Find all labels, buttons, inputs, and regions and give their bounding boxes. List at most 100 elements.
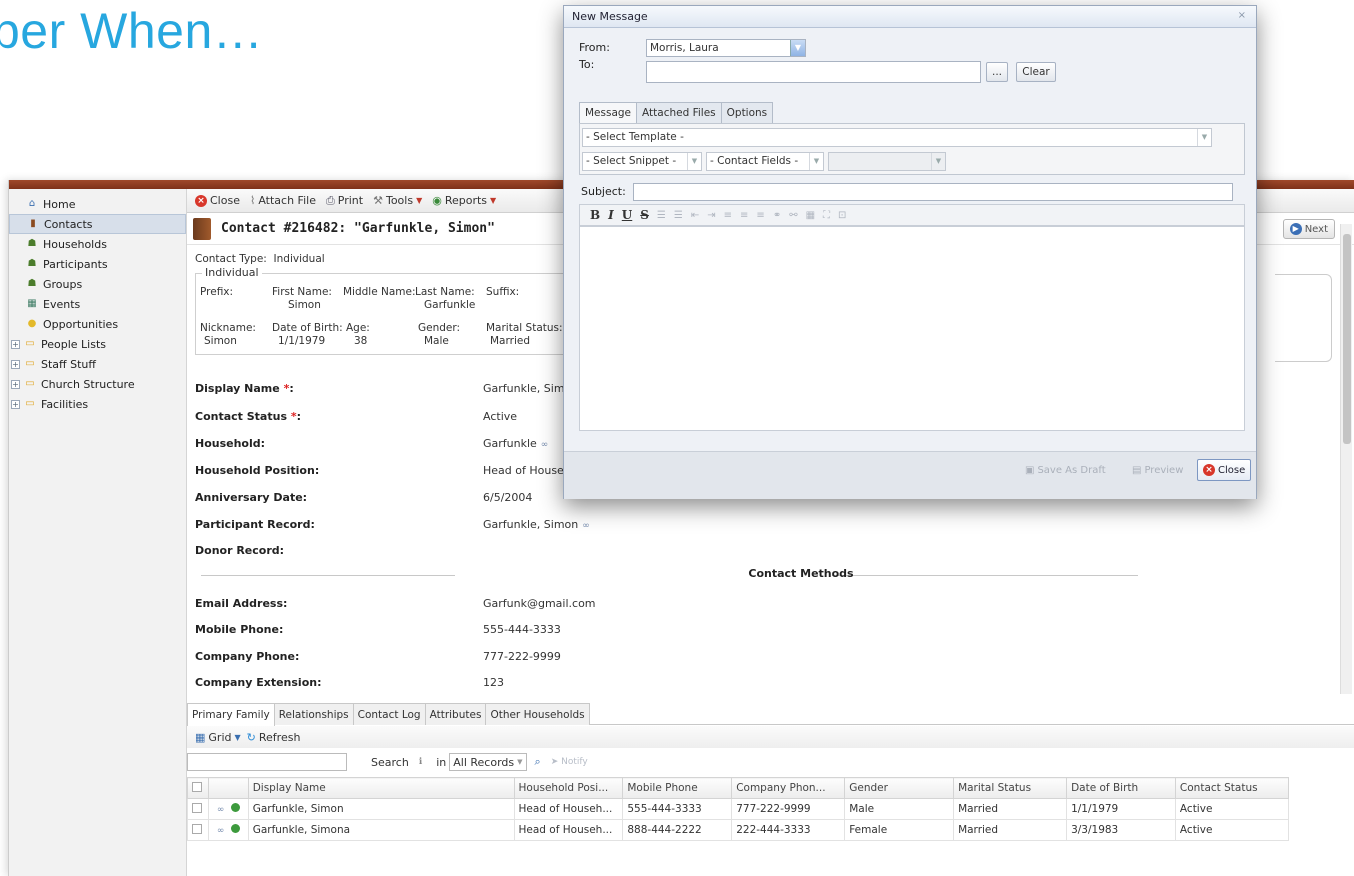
expand-icon[interactable]: +: [11, 359, 20, 369]
age-value: 38: [354, 335, 368, 347]
sidebar-folder-staff-stuff[interactable]: + ▭ Staff Stuff: [9, 354, 186, 374]
tools-menu[interactable]: ⚒ Tools ▼: [373, 194, 422, 207]
tab-options[interactable]: Options: [720, 102, 774, 123]
home-icon: ⌂: [28, 198, 36, 209]
outdent-icon[interactable]: ⇤: [691, 210, 699, 221]
first-name-value: Simon: [288, 299, 321, 311]
tab-message[interactable]: Message: [579, 102, 638, 123]
preview-button[interactable]: ▤ Preview: [1126, 459, 1189, 481]
sidebar-item-home[interactable]: ⌂ Home: [9, 194, 186, 214]
source-code-icon[interactable]: ⊡: [838, 210, 846, 221]
attach-file-button[interactable]: ⌇ Attach File: [250, 194, 316, 207]
field-email-address: Email Address: Garfunk@gmail.com: [195, 597, 596, 610]
from-select[interactable]: Morris, Laura ▼: [646, 39, 806, 57]
tab-contact-log[interactable]: Contact Log: [352, 703, 426, 725]
expand-icon[interactable]: +: [11, 339, 20, 349]
scrollbar-thumb[interactable]: [1343, 234, 1351, 444]
tab-attached-files[interactable]: Attached Files: [636, 102, 722, 123]
dob-value: 1/1/1979: [278, 335, 326, 347]
search-input[interactable]: [187, 753, 347, 771]
search-go-icon[interactable]: ⌕: [535, 755, 541, 769]
numbered-list-icon[interactable]: ☰: [674, 210, 683, 221]
sidebar-item-opportunities[interactable]: ● Opportunities: [9, 314, 186, 334]
template-select[interactable]: - Select Template - ▼: [582, 128, 1212, 147]
align-center-icon[interactable]: ≡: [740, 210, 748, 221]
link-icon[interactable]: ⚭: [773, 210, 781, 221]
col-company-phone[interactable]: Company Phon...: [731, 777, 846, 799]
sidebar-item-households[interactable]: ☗ Households: [9, 234, 186, 254]
sidebar-folder-church-structure[interactable]: + ▭ Church Structure: [9, 374, 186, 394]
col-marital-status[interactable]: Marital Status: [953, 777, 1068, 799]
table-row[interactable]: ∞ Garfunkle, Simona Head of Househ... 88…: [187, 819, 1290, 841]
select-all-checkbox-cell[interactable]: [187, 777, 209, 799]
subject-input[interactable]: [633, 183, 1233, 201]
indent-icon[interactable]: ⇥: [707, 210, 715, 221]
save-draft-button[interactable]: ▣ Save As Draft: [1019, 459, 1112, 481]
col-display-name[interactable]: Display Name: [247, 777, 515, 799]
align-left-icon[interactable]: ≡: [724, 210, 732, 221]
subject-row: Subject:: [579, 180, 1245, 204]
expand-icon[interactable]: +: [11, 399, 20, 409]
notify-button[interactable]: ➤ Notify: [551, 757, 588, 767]
next-button[interactable]: ▶ Next: [1282, 219, 1335, 239]
bold-icon[interactable]: B: [590, 208, 600, 222]
contact-fields-select[interactable]: - Contact Fields - ▼: [706, 152, 824, 171]
to-field[interactable]: [646, 61, 981, 83]
refresh-button[interactable]: ↻ Refresh: [247, 731, 301, 744]
folder-icon: ▭: [25, 358, 35, 369]
bullet-list-icon[interactable]: ☰: [657, 210, 666, 221]
align-right-icon[interactable]: ≡: [756, 210, 764, 221]
contact-field-value-select[interactable]: ▼: [828, 152, 946, 171]
col-contact-status[interactable]: Contact Status: [1174, 777, 1290, 799]
italic-icon[interactable]: I: [608, 208, 614, 222]
search-scope-select[interactable]: All Records ▼: [449, 753, 527, 771]
reports-menu[interactable]: ◉ Reports ▼: [432, 194, 496, 207]
link-icon[interactable]: ∞: [217, 826, 225, 836]
vertical-scrollbar[interactable]: [1340, 224, 1352, 694]
clear-button[interactable]: Clear: [1016, 62, 1056, 82]
dialog-title-bar[interactable]: New Message: [564, 6, 1256, 28]
chevron-down-icon: ▼: [1197, 129, 1211, 146]
chevron-down-icon[interactable]: ▼: [790, 40, 805, 56]
checkbox[interactable]: [192, 802, 202, 813]
col-date-of-birth[interactable]: Date of Birth: [1066, 777, 1176, 799]
grid-view-menu[interactable]: ▦ Grid ▼: [195, 731, 241, 744]
tab-primary-family[interactable]: Primary Family: [187, 703, 275, 726]
sidebar-item-events[interactable]: ▦ Events: [9, 294, 186, 314]
unlink-icon[interactable]: ⚯: [789, 210, 797, 221]
table-icon[interactable]: ▦: [806, 210, 815, 221]
checkbox[interactable]: [192, 781, 202, 792]
fullscreen-icon[interactable]: ⛶: [823, 210, 830, 221]
underline-icon[interactable]: U: [622, 208, 632, 222]
col-gender[interactable]: Gender: [844, 777, 955, 799]
tab-relationships[interactable]: Relationships: [273, 703, 354, 725]
sidebar-item-contacts[interactable]: ▮ Contacts: [9, 214, 186, 234]
col-household-position[interactable]: Household Posi...: [513, 777, 624, 799]
strikethrough-icon[interactable]: S: [640, 208, 649, 222]
link-icon[interactable]: ∞: [582, 521, 590, 531]
checkbox[interactable]: [192, 823, 202, 834]
table-row[interactable]: ∞ Garfunkle, Simon Head of Househ... 555…: [187, 798, 1290, 820]
message-body-editor[interactable]: [579, 226, 1245, 431]
close-icon[interactable]: ×: [1238, 10, 1246, 21]
field-donor-record: Donor Record:: [195, 544, 285, 557]
print-button[interactable]: ⎙ Print: [326, 194, 363, 208]
sidebar-item-participants[interactable]: ☗ Participants: [9, 254, 186, 274]
expand-icon[interactable]: +: [11, 379, 20, 389]
col-mobile-phone[interactable]: Mobile Phone: [622, 777, 733, 799]
tab-attributes[interactable]: Attributes: [424, 703, 487, 725]
sidebar-folder-facilities[interactable]: + ▭ Facilities: [9, 394, 186, 414]
browse-recipients-button[interactable]: ...: [986, 62, 1008, 82]
person-icon[interactable]: [231, 803, 241, 812]
snippet-select[interactable]: - Select Snippet - ▼: [582, 152, 702, 171]
sidebar-folder-people-lists[interactable]: + ▭ People Lists: [9, 334, 186, 354]
prefix-label: Prefix:: [200, 286, 234, 298]
tab-other-households[interactable]: Other Households: [485, 703, 590, 725]
link-icon[interactable]: ∞: [217, 805, 225, 815]
close-button[interactable]: × Close: [195, 194, 240, 207]
link-icon[interactable]: ∞: [541, 440, 549, 450]
search-in-label: in: [436, 755, 447, 769]
dialog-close-button[interactable]: × Close: [1197, 459, 1252, 481]
person-icon[interactable]: [231, 824, 241, 833]
sidebar-item-groups[interactable]: ☗ Groups: [9, 274, 186, 294]
